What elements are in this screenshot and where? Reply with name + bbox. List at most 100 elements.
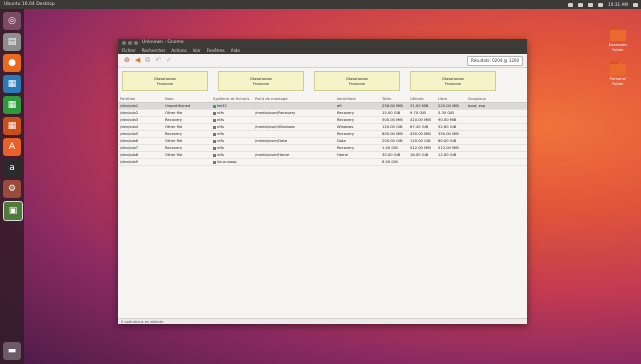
table-row[interactable]: /dev/sda9 linux-swap 8.00 GiB	[118, 159, 527, 166]
cell-text: Unpartitioned	[165, 104, 191, 108]
undo-icon[interactable]: ↶	[155, 57, 161, 64]
cell-text: 80.00 GiB	[438, 139, 457, 143]
minimize-button[interactable]	[128, 41, 132, 45]
menu-actions[interactable]: Actions	[171, 47, 186, 54]
table-cell: 500.00 MiB	[380, 117, 408, 123]
bluetooth-icon[interactable]	[578, 2, 584, 7]
cell-text: /media/user/Windows	[255, 125, 295, 129]
column-header[interactable]: Utilisée	[408, 96, 436, 102]
maximize-button[interactable]	[134, 41, 138, 45]
close-button[interactable]	[122, 41, 126, 45]
cell-text: 225.00 MiB	[438, 104, 459, 108]
writer-icon[interactable]: ▦	[3, 75, 21, 93]
power-icon[interactable]	[633, 2, 638, 7]
impress-icon[interactable]: ▦	[3, 117, 21, 135]
dash-icon[interactable]: ◎	[3, 12, 21, 30]
table-cell	[253, 103, 335, 109]
column-header[interactable]: Partition	[118, 96, 163, 102]
window-titlebar[interactable]: Unknown - Gnome	[118, 39, 527, 47]
desktop-icon-examples[interactable]: Examples Folder	[603, 27, 633, 52]
table-row[interactable]: /dev/sda6 Other file ntfs/media/user/Data D…	[118, 138, 527, 145]
app-window: Unknown - Gnome Fichier Rechercher Actio…	[118, 39, 527, 324]
menu-rechercher[interactable]: Rechercher	[142, 47, 166, 54]
software-icon[interactable]: A	[3, 138, 21, 156]
table-row[interactable]: /dev/sda3 Recovery ntfs Recovery 500.00 MiB 4…	[118, 117, 527, 124]
cell-text: Home	[337, 153, 348, 157]
top-panel-title: Ubuntu 16.04 Desktop	[4, 2, 55, 7]
table-row[interactable]: /dev/sda8 Other file ntfs/media/user/Home H…	[118, 152, 527, 159]
table-cell: /dev/sda6	[118, 138, 163, 144]
table-cell: fat32	[211, 103, 253, 109]
partition-card[interactable]: Glasshouse Fraucoin	[218, 71, 304, 91]
column-header[interactable]: Taille	[380, 96, 408, 102]
cell-text: 52.60 GiB	[438, 125, 457, 129]
table-cell	[466, 145, 496, 151]
calc-icon[interactable]: ▦	[3, 96, 21, 114]
table-cell	[466, 138, 496, 144]
table-cell	[466, 152, 496, 158]
cell-text: 120.00 GiB	[410, 139, 431, 143]
table-cell: /dev/sda5	[118, 131, 163, 137]
table-row[interactable]: /dev/sda5 Recovery ntfs Recovery 800.00 MiB 4…	[118, 131, 527, 138]
table-cell	[253, 131, 335, 137]
table-cell	[163, 159, 211, 165]
firefox-icon[interactable]: ●	[3, 54, 21, 72]
clock[interactable]: 10:31 AM	[608, 0, 628, 9]
table-cell: 410.00 MiB	[408, 117, 436, 123]
table-cell: 15.00 GiB	[380, 110, 408, 116]
table-row[interactable]: /dev/sda7 Recovery ntfs Recovery 1.00 GiB 512…	[118, 145, 527, 152]
table-cell: 9.70 GiB	[408, 110, 436, 116]
files-icon[interactable]: ▤	[3, 33, 21, 51]
cell-text: 120.00 GiB	[382, 125, 403, 129]
device-selector[interactable]: Résultats: 0204 @ 1200	[467, 56, 523, 66]
column-header[interactable]: Drapeaux	[466, 96, 496, 102]
filesystem-color-icon	[213, 111, 216, 115]
table-row[interactable]: /dev/sda4 Other file ntfs/media/user/Windo…	[118, 124, 527, 131]
table-cell: /dev/sda3	[118, 117, 163, 123]
table-body: /dev/sda1 Unpartitioned fat32 efi 256.00 MiB…	[118, 103, 527, 166]
column-header[interactable]: Nom	[163, 96, 211, 102]
table-cell: /dev/sda4	[118, 124, 163, 130]
cell-text: 350.00 MiB	[438, 132, 459, 136]
partition-card[interactable]: Glasshouse Fraucoin	[410, 71, 496, 91]
cell-text: ntfs	[217, 111, 225, 115]
cell-text: Recovery	[337, 118, 355, 122]
table-cell: ntfs	[211, 152, 253, 158]
table-row[interactable]: /dev/sda1 Unpartitioned fat32 efi 256.00 MiB…	[118, 103, 527, 110]
cell-text: 5.30 GiB	[438, 111, 454, 115]
volume-icon[interactable]	[588, 2, 594, 7]
table-row[interactable]: /dev/sda2 Other file ntfs/media/user/Recov…	[118, 110, 527, 117]
filesystem-color-icon	[213, 153, 216, 157]
table-cell: ntfs	[211, 131, 253, 137]
column-header[interactable]: Point de montage	[253, 96, 335, 102]
table-cell	[253, 145, 335, 151]
desktop-icon-personal[interactable]: Personal Folder	[603, 61, 633, 86]
copy-icon[interactable]: ⧉	[145, 57, 150, 64]
amazon-icon[interactable]: a	[3, 159, 21, 177]
column-header[interactable]: Système de fichiers	[211, 96, 253, 102]
battery-icon[interactable]	[598, 2, 604, 7]
table-cell: ntfs	[211, 117, 253, 123]
partition-card[interactable]: Glasshouse Fraucoin	[314, 71, 400, 91]
back-arrow-icon[interactable]: ◀	[135, 57, 140, 64]
network-icon[interactable]	[568, 2, 574, 7]
window-title: Unknown - Gnome	[142, 40, 184, 45]
menu-voir[interactable]: Voir	[193, 47, 201, 54]
column-header[interactable]: Libre	[436, 96, 466, 102]
settings-icon[interactable]: ⚙	[3, 180, 21, 198]
menu-fenetres[interactable]: Fenêtres	[207, 47, 225, 54]
menu-aide[interactable]: Aide	[231, 47, 240, 54]
cell-text: 500.00 MiB	[382, 118, 403, 122]
menu-fichier[interactable]: Fichier	[122, 47, 136, 54]
cell-text: 450.00 MiB	[410, 132, 431, 136]
stop-icon[interactable]: ⊘	[124, 57, 130, 64]
table-cell: Data	[335, 138, 380, 144]
table-cell: Recovery	[335, 145, 380, 151]
cell-text: 12.00 GiB	[438, 153, 457, 157]
apply-icon[interactable]: ✓	[166, 57, 172, 64]
column-header[interactable]: Identifiant	[335, 96, 380, 102]
terminal-icon[interactable]: ▣	[3, 201, 23, 221]
trash-icon[interactable]: ▬	[3, 342, 21, 360]
partition-card[interactable]: Glasshouse Fraucoin	[122, 71, 208, 91]
table-cell: Other file	[163, 152, 211, 158]
